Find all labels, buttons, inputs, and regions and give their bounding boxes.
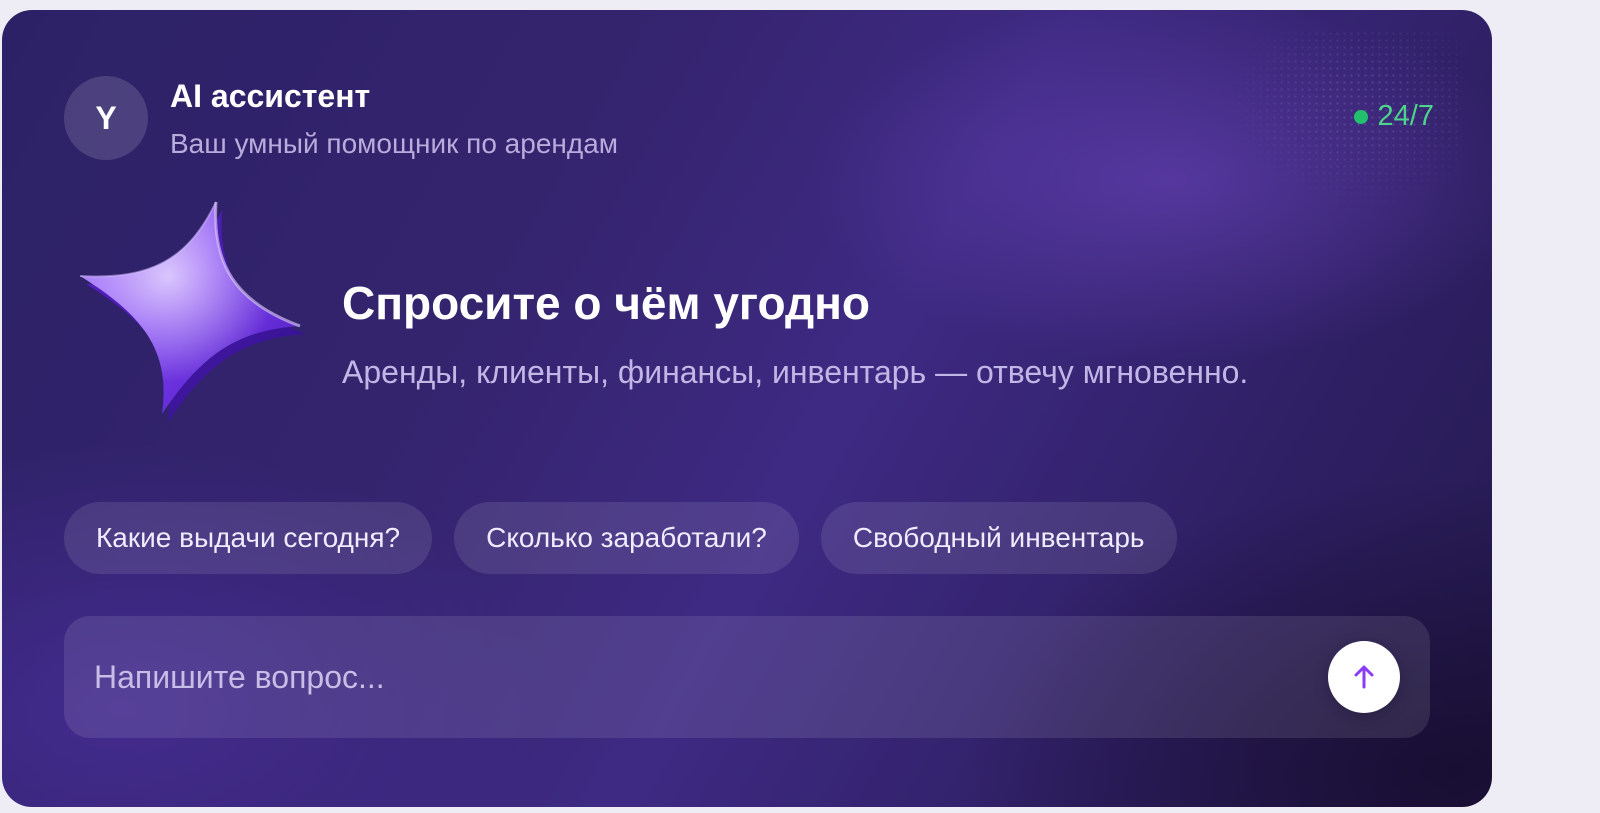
online-dot-icon [1353, 109, 1368, 124]
sparkle-star-icon [79, 201, 306, 422]
send-button[interactable] [1328, 641, 1400, 713]
ai-assistant-card: Y AI ассистент Ваш умный помощник по аре… [2, 10, 1492, 807]
assistant-title: AI ассистент [170, 78, 371, 114]
message-composer [64, 616, 1430, 738]
suggestion-chips: Какие выдачи сегодня? Сколько заработали… [64, 502, 1177, 574]
question-input[interactable] [94, 616, 1274, 738]
assistant-subtitle: Ваш умный помощник по арендам [170, 128, 619, 159]
status-badge: 24/7 [1353, 100, 1434, 133]
avatar-letter: Y [95, 99, 117, 136]
hero-headline: Спросите о чём угодно [342, 277, 871, 329]
status-text: 24/7 [1377, 100, 1434, 132]
arrow-up-icon [1354, 665, 1374, 689]
suggestion-chip-earnings[interactable]: Сколько заработали? [454, 502, 799, 574]
avatar: Y [64, 76, 148, 160]
suggestion-chip-todays-handovers[interactable]: Какие выдачи сегодня? [64, 502, 433, 574]
suggestion-chip-free-inventory[interactable]: Свободный инвентарь [820, 502, 1177, 574]
hero-tagline: Аренды, клиенты, финансы, инвентарь — от… [342, 354, 1249, 390]
